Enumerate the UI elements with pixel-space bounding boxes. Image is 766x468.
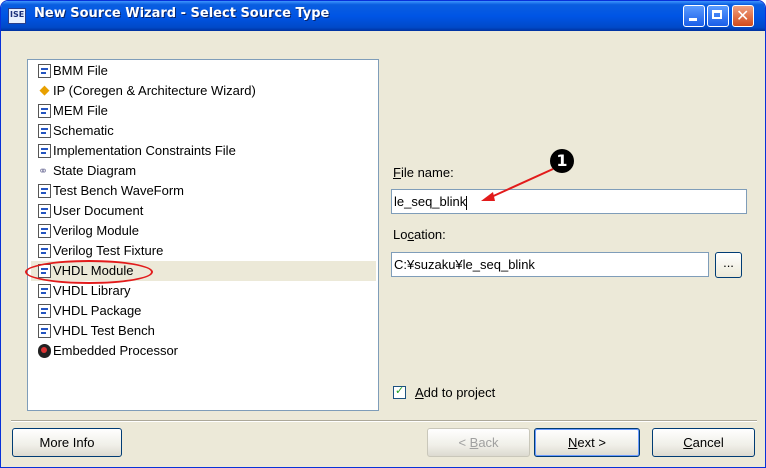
annotation-arrow xyxy=(481,168,554,201)
new-source-wizard-window: ISE New Source Wizard - Select Source Ty… xyxy=(0,0,766,468)
annotation-badge: 1 xyxy=(550,149,574,173)
